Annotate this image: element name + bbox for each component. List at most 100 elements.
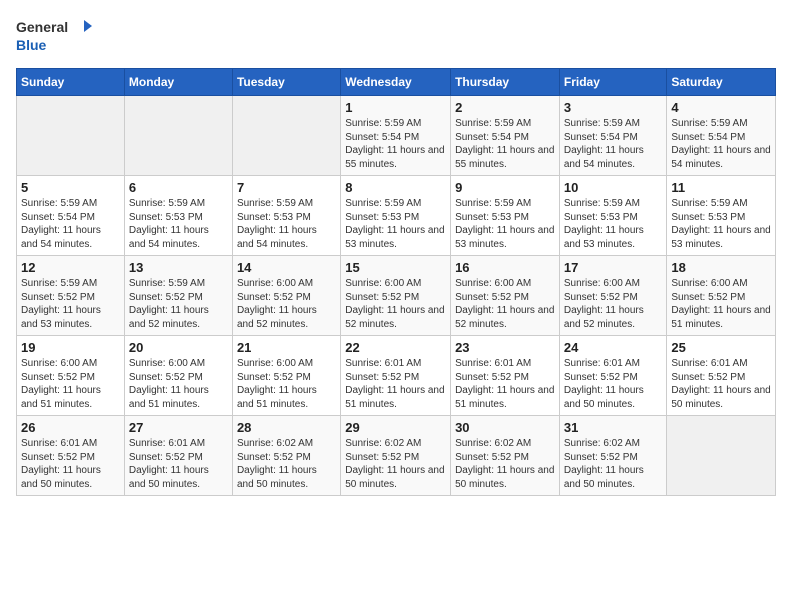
day-number: 24	[564, 340, 663, 355]
calendar-cell: 27 Sunrise: 6:01 AM Sunset: 5:52 PM Dayli…	[124, 416, 232, 496]
day-number: 25	[671, 340, 771, 355]
day-number: 27	[129, 420, 228, 435]
calendar-cell: 10 Sunrise: 5:59 AM Sunset: 5:53 PM Dayli…	[559, 176, 667, 256]
day-info: Sunrise: 6:02 AM Sunset: 5:52 PM Dayligh…	[564, 437, 663, 491]
calendar-cell: 9Sunrise: 5:59 AM Sunset: 5:53 PM Daylig…	[451, 176, 560, 256]
day-number: 28	[237, 420, 336, 435]
calendar-cell: 29 Sunrise: 6:02 AM Sunset: 5:52 PM Dayli…	[341, 416, 451, 496]
day-number: 16	[455, 260, 555, 275]
day-info: Sunrise: 6:02 AM Sunset: 5:52 PM Dayligh…	[237, 437, 336, 491]
week-row-2: 12 Sunrise: 5:59 AM Sunset: 5:52 PM Dayli…	[17, 256, 776, 336]
calendar-cell: 25 Sunrise: 6:01 AM Sunset: 5:52 PM Dayli…	[667, 336, 776, 416]
weekday-header-tuesday: Tuesday	[232, 69, 340, 96]
day-info: Sunrise: 6:01 AM Sunset: 5:52 PM Dayligh…	[345, 357, 446, 411]
day-number: 20	[129, 340, 228, 355]
day-info: Sunrise: 5:59 AM Sunset: 5:53 PM Dayligh…	[345, 197, 446, 251]
day-number: 23	[455, 340, 555, 355]
logo-svg: General Blue	[16, 16, 96, 56]
day-number: 15	[345, 260, 446, 275]
day-number: 22	[345, 340, 446, 355]
day-info: Sunrise: 6:02 AM Sunset: 5:52 PM Dayligh…	[345, 437, 446, 491]
day-info: Sunrise: 5:59 AM Sunset: 5:54 PM Dayligh…	[345, 117, 446, 171]
calendar-cell: 16 Sunrise: 6:00 AM Sunset: 5:52 PM Dayli…	[451, 256, 560, 336]
weekday-header-wednesday: Wednesday	[341, 69, 451, 96]
calendar-cell: 1Sunrise: 5:59 AM Sunset: 5:54 PM Daylig…	[341, 96, 451, 176]
calendar-cell: 3Sunrise: 5:59 AM Sunset: 5:54 PM Daylig…	[559, 96, 667, 176]
day-number: 19	[21, 340, 120, 355]
calendar-cell	[667, 416, 776, 496]
calendar-cell: 24 Sunrise: 6:01 AM Sunset: 5:52 PM Dayli…	[559, 336, 667, 416]
day-info: Sunrise: 6:00 AM Sunset: 5:52 PM Dayligh…	[455, 277, 555, 331]
calendar-cell: 20 Sunrise: 6:00 AM Sunset: 5:52 PM Dayli…	[124, 336, 232, 416]
calendar-table: SundayMondayTuesdayWednesdayThursdayFrid…	[16, 68, 776, 496]
calendar-cell: 13 Sunrise: 5:59 AM Sunset: 5:52 PM Dayli…	[124, 256, 232, 336]
calendar-cell: 18 Sunrise: 6:00 AM Sunset: 5:52 PM Dayli…	[667, 256, 776, 336]
calendar-cell: 7Sunrise: 5:59 AM Sunset: 5:53 PM Daylig…	[232, 176, 340, 256]
header: General Blue	[16, 16, 776, 56]
day-number: 11	[671, 180, 771, 195]
logo: General Blue	[16, 16, 96, 56]
day-info: Sunrise: 5:59 AM Sunset: 5:54 PM Dayligh…	[455, 117, 555, 171]
day-info: Sunrise: 6:01 AM Sunset: 5:52 PM Dayligh…	[21, 437, 120, 491]
week-row-0: 1Sunrise: 5:59 AM Sunset: 5:54 PM Daylig…	[17, 96, 776, 176]
week-row-3: 19 Sunrise: 6:00 AM Sunset: 5:52 PM Dayli…	[17, 336, 776, 416]
day-info: Sunrise: 6:00 AM Sunset: 5:52 PM Dayligh…	[671, 277, 771, 331]
weekday-header-saturday: Saturday	[667, 69, 776, 96]
day-number: 31	[564, 420, 663, 435]
calendar-cell: 12 Sunrise: 5:59 AM Sunset: 5:52 PM Dayli…	[17, 256, 125, 336]
weekday-header-thursday: Thursday	[451, 69, 560, 96]
weekday-header-monday: Monday	[124, 69, 232, 96]
day-info: Sunrise: 5:59 AM Sunset: 5:53 PM Dayligh…	[671, 197, 771, 251]
calendar-cell: 5 Sunrise: 5:59 AM Sunset: 5:54 PM Daylig…	[17, 176, 125, 256]
day-number: 10	[564, 180, 663, 195]
day-number: 8	[345, 180, 446, 195]
calendar-body: 1Sunrise: 5:59 AM Sunset: 5:54 PM Daylig…	[17, 96, 776, 496]
calendar-cell	[124, 96, 232, 176]
day-info: Sunrise: 6:01 AM Sunset: 5:52 PM Dayligh…	[671, 357, 771, 411]
day-number: 13	[129, 260, 228, 275]
calendar-cell: 15 Sunrise: 6:00 AM Sunset: 5:52 PM Dayli…	[341, 256, 451, 336]
calendar-cell: 28 Sunrise: 6:02 AM Sunset: 5:52 PM Dayli…	[232, 416, 340, 496]
day-number: 21	[237, 340, 336, 355]
week-row-1: 5 Sunrise: 5:59 AM Sunset: 5:54 PM Daylig…	[17, 176, 776, 256]
calendar-cell	[17, 96, 125, 176]
weekday-header-sunday: Sunday	[17, 69, 125, 96]
day-number: 12	[21, 260, 120, 275]
day-info: Sunrise: 6:00 AM Sunset: 5:52 PM Dayligh…	[21, 357, 120, 411]
day-info: Sunrise: 5:59 AM Sunset: 5:53 PM Dayligh…	[455, 197, 555, 251]
day-info: Sunrise: 5:59 AM Sunset: 5:53 PM Dayligh…	[129, 197, 228, 251]
calendar-cell: 21 Sunrise: 6:00 AM Sunset: 5:52 PM Dayli…	[232, 336, 340, 416]
day-info: Sunrise: 5:59 AM Sunset: 5:52 PM Dayligh…	[129, 277, 228, 331]
calendar-header: SundayMondayTuesdayWednesdayThursdayFrid…	[17, 69, 776, 96]
day-info: Sunrise: 6:00 AM Sunset: 5:52 PM Dayligh…	[237, 357, 336, 411]
day-number: 6	[129, 180, 228, 195]
day-number: 18	[671, 260, 771, 275]
day-info: Sunrise: 6:01 AM Sunset: 5:52 PM Dayligh…	[564, 357, 663, 411]
calendar-cell: 8 Sunrise: 5:59 AM Sunset: 5:53 PM Daylig…	[341, 176, 451, 256]
calendar-cell: 6 Sunrise: 5:59 AM Sunset: 5:53 PM Daylig…	[124, 176, 232, 256]
day-number: 30	[455, 420, 555, 435]
day-info: Sunrise: 6:00 AM Sunset: 5:52 PM Dayligh…	[129, 357, 228, 411]
day-number: 29	[345, 420, 446, 435]
calendar-cell: 30Sunrise: 6:02 AM Sunset: 5:52 PM Dayli…	[451, 416, 560, 496]
day-info: Sunrise: 6:00 AM Sunset: 5:52 PM Dayligh…	[237, 277, 336, 331]
day-number: 4	[671, 100, 771, 115]
day-number: 17	[564, 260, 663, 275]
day-info: Sunrise: 6:01 AM Sunset: 5:52 PM Dayligh…	[129, 437, 228, 491]
day-number: 14	[237, 260, 336, 275]
day-info: Sunrise: 6:00 AM Sunset: 5:52 PM Dayligh…	[345, 277, 446, 331]
day-info: Sunrise: 5:59 AM Sunset: 5:54 PM Dayligh…	[671, 117, 771, 171]
week-row-4: 26Sunrise: 6:01 AM Sunset: 5:52 PM Dayli…	[17, 416, 776, 496]
day-info: Sunrise: 5:59 AM Sunset: 5:53 PM Dayligh…	[237, 197, 336, 251]
day-info: Sunrise: 5:59 AM Sunset: 5:52 PM Dayligh…	[21, 277, 120, 331]
calendar-cell: 31 Sunrise: 6:02 AM Sunset: 5:52 PM Dayli…	[559, 416, 667, 496]
day-info: Sunrise: 5:59 AM Sunset: 5:53 PM Dayligh…	[564, 197, 663, 251]
svg-text:General: General	[16, 19, 68, 35]
calendar-cell: 26Sunrise: 6:01 AM Sunset: 5:52 PM Dayli…	[17, 416, 125, 496]
day-info: Sunrise: 5:59 AM Sunset: 5:54 PM Dayligh…	[21, 197, 120, 251]
weekday-header-row: SundayMondayTuesdayWednesdayThursdayFrid…	[17, 69, 776, 96]
svg-text:Blue: Blue	[16, 37, 47, 53]
calendar-cell: 22 Sunrise: 6:01 AM Sunset: 5:52 PM Dayli…	[341, 336, 451, 416]
day-number: 5	[21, 180, 120, 195]
calendar-cell: 2Sunrise: 5:59 AM Sunset: 5:54 PM Daylig…	[451, 96, 560, 176]
